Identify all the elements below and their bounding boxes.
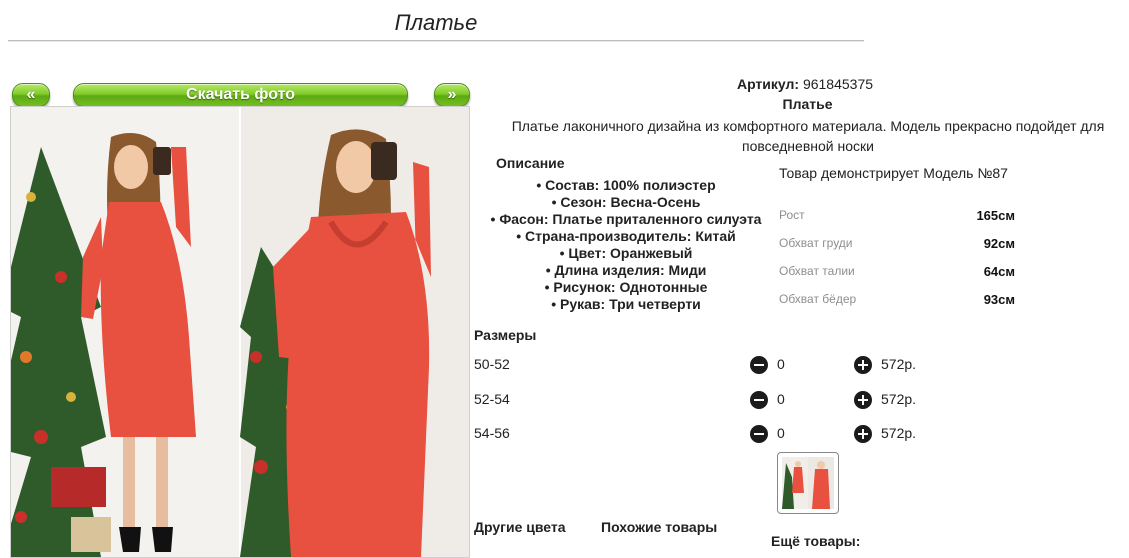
size-row: 52-54 0 572р. — [474, 391, 934, 413]
detail-item: Страна-производитель: Китай — [476, 228, 776, 245]
quantity-value: 0 — [777, 391, 785, 407]
measurement-label: Обхват бёдер — [779, 292, 857, 306]
size-label: 50-52 — [474, 356, 510, 372]
details-heading: Описание — [496, 155, 565, 171]
measurement-label: Рост — [779, 208, 805, 222]
measurement-value: 93см — [983, 292, 1015, 307]
model-demo-text: Товар демонстрирует Модель №87 — [779, 165, 1008, 181]
detail-item: Рукав: Три четверти — [476, 296, 776, 313]
size-price: 572р. — [881, 425, 917, 441]
detail-item: Фасон: Платье приталенного силуэта — [476, 211, 776, 228]
detail-item: Сезон: Весна-Осень — [476, 194, 776, 211]
detail-item: Длина изделия: Миди — [476, 262, 776, 279]
plus-icon[interactable] — [854, 356, 872, 374]
measurement-label: Обхват груди — [779, 236, 853, 250]
quantity-value: 0 — [777, 356, 785, 372]
article-label: Артикул: — [736, 76, 800, 92]
detail-item: Рисунок: Однотонные — [476, 279, 776, 296]
measurement-row: Обхват талии 64см — [779, 264, 1015, 284]
article-line: Артикул: 961845375 — [700, 76, 910, 92]
measurement-row: Обхват бёдер 93см — [779, 292, 1015, 312]
more-products-heading: Ещё товары: — [771, 533, 861, 549]
page-title: Платье — [394, 10, 478, 35]
details-list: Состав: 100% полиэстер Сезон: Весна-Осен… — [476, 177, 776, 313]
next-photo-button[interactable]: » — [434, 83, 470, 107]
photo-thumbnail[interactable] — [777, 452, 839, 514]
detail-item: Состав: 100% полиэстер — [476, 177, 776, 194]
title-divider — [8, 40, 864, 41]
measurement-row: Обхват груди 92см — [779, 236, 1015, 256]
detail-item: Цвет: Оранжевый — [476, 245, 776, 262]
similar-products-heading: Похожие товары — [601, 519, 718, 535]
quantity-value: 0 — [777, 425, 785, 441]
product-description: Платье лаконичного дизайна из комфортног… — [511, 118, 1105, 154]
measurement-value: 92см — [983, 236, 1015, 251]
size-price: 572р. — [881, 356, 917, 372]
measurement-label: Обхват талии — [779, 264, 855, 278]
size-price: 572р. — [881, 391, 917, 407]
other-colors-heading: Другие цвета — [474, 519, 566, 535]
prev-photo-button[interactable]: « — [12, 83, 50, 107]
size-label: 52-54 — [474, 391, 510, 407]
size-label: 54-56 — [474, 425, 510, 441]
measurement-value: 165см — [976, 208, 1015, 223]
minus-icon[interactable] — [750, 391, 768, 409]
minus-icon[interactable] — [750, 425, 768, 443]
minus-icon[interactable] — [750, 356, 768, 374]
size-row: 50-52 0 572р. — [474, 356, 934, 378]
plus-icon[interactable] — [854, 425, 872, 443]
sizes-heading: Размеры — [474, 327, 537, 343]
product-name: Платье — [782, 96, 833, 112]
product-photo[interactable] — [10, 106, 470, 558]
measurement-row: Рост 165см — [779, 208, 1015, 228]
article-value: 961845375 — [802, 76, 874, 92]
download-photo-button[interactable]: Скачать фото — [73, 83, 408, 107]
measurement-value: 64см — [983, 264, 1015, 279]
size-row: 54-56 0 572р. — [474, 425, 934, 447]
plus-icon[interactable] — [854, 391, 872, 409]
